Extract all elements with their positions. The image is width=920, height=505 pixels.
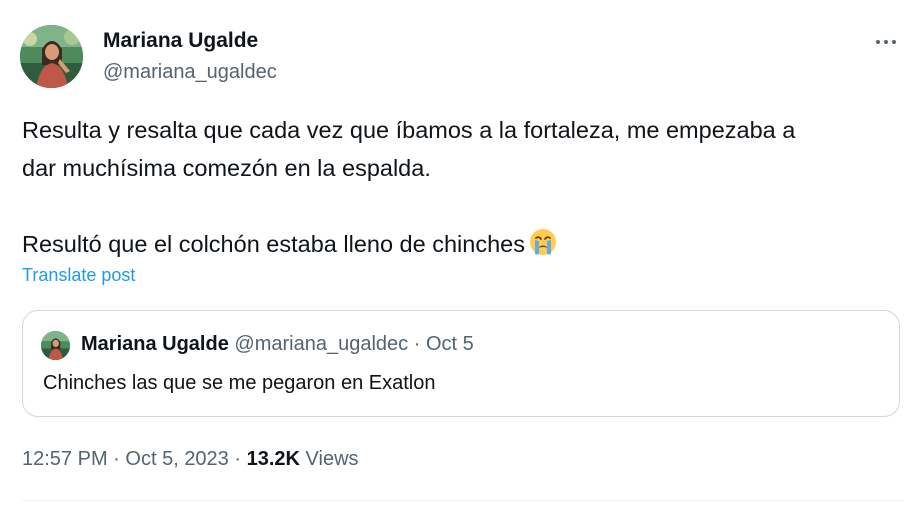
- post-metadata: 12:57 PM · Oct 5, 2023 · 13.2K Views: [22, 448, 359, 471]
- post-text-line: Resultó que el colchón estaba lleno de c…: [22, 225, 906, 267]
- quoted-post-date: Oct 5: [425, 333, 474, 355]
- author-name[interactable]: Mariana Ugalde: [103, 29, 258, 53]
- post-date[interactable]: Oct 5, 2023: [125, 448, 228, 470]
- post-text: Resulta y resalta que cada vez que íbamo…: [22, 111, 906, 267]
- post-time[interactable]: 12:57 PM: [22, 448, 108, 470]
- quoted-post-header: Mariana Ugalde @mariana_ugaldec · Oct 5: [81, 333, 474, 356]
- loudly-crying-face-icon: [529, 228, 557, 267]
- tweet-card: Mariana Ugalde @mariana_ugaldec Resulta …: [0, 0, 920, 505]
- separator-dot: ·: [413, 333, 421, 355]
- author-handle[interactable]: @mariana_ugaldec: [103, 61, 277, 84]
- post-text-line-content: Resultó que el colchón estaba lleno de c…: [22, 231, 525, 257]
- quoted-author-avatar[interactable]: [41, 331, 70, 360]
- post-text-line: Resulta y resalta que cada vez que íbamo…: [22, 117, 796, 143]
- translate-post-link[interactable]: Translate post: [22, 265, 135, 286]
- divider: [22, 500, 904, 501]
- separator-dot: ·: [234, 448, 242, 470]
- quoted-post[interactable]: Mariana Ugalde @mariana_ugaldec · Oct 5 …: [22, 310, 900, 417]
- views-label: Views: [305, 448, 359, 470]
- views-count: 13.2K: [246, 448, 300, 470]
- quoted-post-text: Chinches las que se me pegaron en Exatlo…: [43, 372, 436, 394]
- quoted-author-name: Mariana Ugalde: [81, 333, 229, 355]
- post-text-line: dar muchísima comezón en la espalda.: [22, 155, 431, 181]
- author-avatar[interactable]: [20, 25, 83, 88]
- more-options-icon[interactable]: [868, 28, 904, 56]
- quoted-author-handle: @mariana_ugaldec: [234, 333, 409, 355]
- separator-dot: ·: [113, 448, 120, 470]
